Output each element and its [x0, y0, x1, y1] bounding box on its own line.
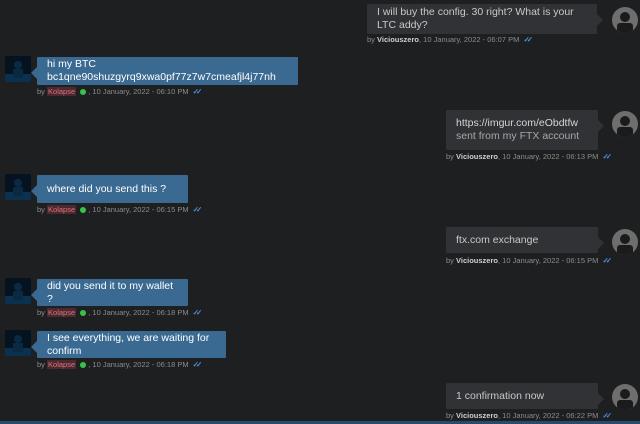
message-text: I see everything, we are waiting for con… — [47, 331, 210, 357]
avatar-image — [612, 229, 638, 255]
timestamp: 10 January, 2022 - 06:07 PM — [423, 35, 520, 44]
avatar-image — [5, 174, 31, 200]
message-text: ftx.com exchange — [456, 233, 539, 246]
message-bubble-left: where did you send this ? — [31, 175, 188, 203]
double-check-icon: ✓✓ — [523, 35, 532, 44]
message-meta: by Viciouszero, 10 January, 2022 - 06:22… — [446, 411, 612, 420]
author-link[interactable]: Viciouszero — [377, 35, 419, 44]
avatar-kolapse[interactable] — [5, 278, 31, 304]
timestamp: 10 January, 2022 - 06:10 PM — [92, 87, 189, 96]
avatar-kolapse[interactable] — [5, 56, 31, 82]
avatar-image — [612, 7, 638, 33]
message-bubble-right: https://imgur.com/eObdtfw sent from my F… — [446, 110, 604, 150]
online-status-icon — [80, 309, 87, 316]
avatar-image — [612, 111, 638, 137]
author-link[interactable]: Kolapse — [47, 360, 77, 369]
message-bubble-right: 1 confirmation now — [446, 383, 604, 409]
message-meta: by Kolapse , 10 January, 2022 - 06:18 PM… — [37, 308, 202, 317]
double-check-icon: ✓✓ — [192, 87, 202, 96]
message-meta: by Kolapse , 10 January, 2022 - 06:10 PM… — [37, 87, 202, 96]
message-text: did you send it to my wallet ? — [47, 279, 174, 305]
online-status-icon — [80, 88, 87, 95]
double-check-icon: ✓✓ — [192, 360, 202, 369]
author-link[interactable]: Viciouszero — [456, 152, 498, 161]
avatar-viciouszero[interactable] — [612, 111, 638, 137]
double-check-icon: ✓✓ — [602, 411, 611, 420]
avatar-image — [5, 330, 31, 356]
double-check-icon: ✓✓ — [602, 256, 611, 265]
online-status-icon — [80, 361, 87, 368]
timestamp: 10 January, 2022 - 06:18 PM — [92, 360, 189, 369]
message-bubble-left: hi my BTC bc1qne90shuzgyrq9xwa0pf77z7w7c… — [31, 57, 298, 85]
message-meta: by Viciouszero, 10 January, 2022 - 06:15… — [446, 256, 612, 265]
message-bubble-right: ftx.com exchange — [446, 227, 604, 253]
avatar-image — [612, 384, 638, 410]
timestamp: 10 January, 2022 - 06:15 PM — [92, 205, 189, 214]
timestamp: 10 January, 2022 - 06:22 PM — [502, 411, 599, 420]
author-link[interactable]: Kolapse — [47, 87, 77, 96]
message-text: sent from my FTX account — [456, 130, 580, 142]
online-status-icon — [80, 206, 87, 213]
author-link[interactable]: Kolapse — [47, 308, 77, 317]
avatar-viciouszero[interactable] — [612, 229, 638, 255]
message-meta: by Kolapse , 10 January, 2022 - 06:18 PM… — [37, 360, 202, 369]
message-meta: by Kolapse , 10 January, 2022 - 06:15 PM… — [37, 205, 202, 214]
avatar-kolapse[interactable] — [5, 174, 31, 200]
avatar-image — [5, 56, 31, 82]
avatar-viciouszero[interactable] — [612, 7, 638, 33]
avatar-kolapse[interactable] — [5, 330, 31, 356]
author-link[interactable]: Viciouszero — [456, 411, 498, 420]
message-meta: by Viciouszero, 10 January, 2022 - 06:07… — [367, 35, 533, 44]
avatar-image — [5, 278, 31, 304]
author-link[interactable]: Viciouszero — [456, 256, 498, 265]
message-bubble-right: I will buy the config. 30 right? What is… — [367, 4, 603, 34]
message-text: where did you send this ? — [47, 182, 167, 195]
double-check-icon: ✓✓ — [192, 308, 202, 317]
message-text: hi my BTC bc1qne90shuzgyrq9xwa0pf77z7w7c… — [47, 58, 276, 83]
message-meta: by Viciouszero, 10 January, 2022 - 06:13… — [446, 152, 612, 161]
author-link[interactable]: Kolapse — [47, 205, 77, 214]
message-text: 1 confirmation now — [456, 389, 545, 402]
message-bubble-left: did you send it to my wallet ? — [31, 279, 188, 306]
timestamp: 10 January, 2022 - 06:13 PM — [502, 152, 599, 161]
message-link[interactable]: https://imgur.com/eObdtfw — [456, 117, 588, 130]
double-check-icon: ✓✓ — [192, 205, 202, 214]
avatar-viciouszero[interactable] — [612, 384, 638, 410]
message-text: I will buy the config. 30 right? What is… — [377, 6, 574, 31]
message-bubble-left: I see everything, we are waiting for con… — [31, 331, 226, 358]
timestamp: 10 January, 2022 - 06:15 PM — [502, 256, 599, 265]
timestamp: 10 January, 2022 - 06:18 PM — [92, 308, 189, 317]
double-check-icon: ✓✓ — [602, 152, 611, 161]
